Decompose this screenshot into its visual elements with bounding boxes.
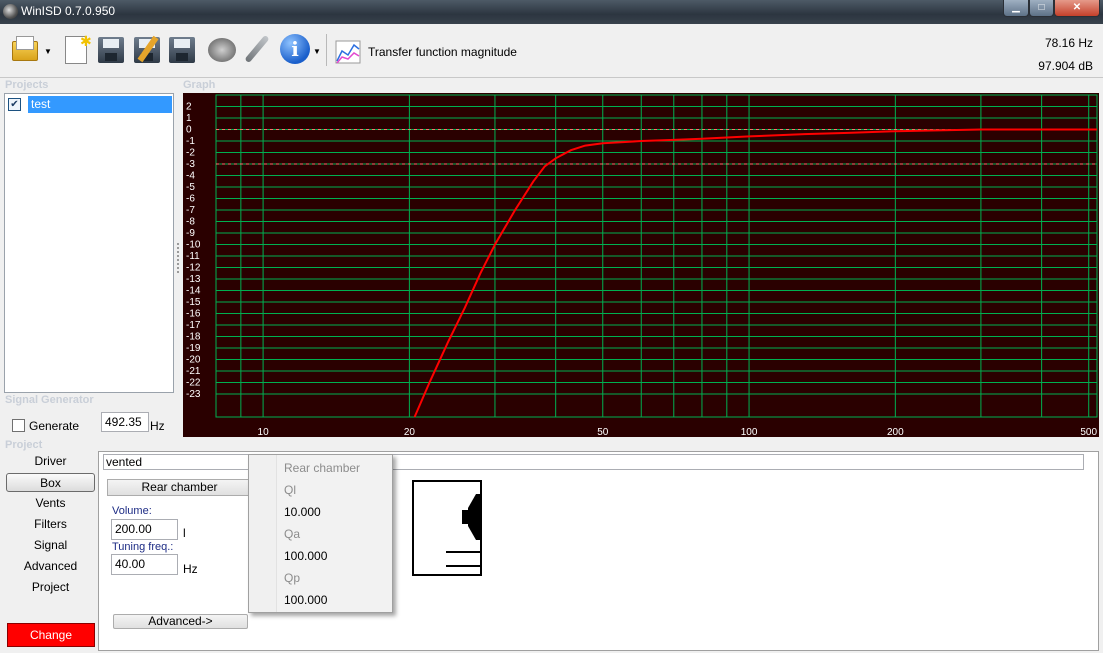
y-tick-label: -13 [186,274,201,285]
y-tick-label: -4 [186,171,195,182]
generate-label[interactable]: Generate [29,419,79,433]
y-tick-label: -15 [186,297,201,308]
volume-label: Volume: [112,505,152,517]
splitter-grip[interactable] [177,243,179,273]
y-tick-label: -12 [186,263,201,274]
transfer-function-curve [413,128,1097,418]
save-icon[interactable] [95,33,127,65]
nav-item-advanced[interactable]: Advanced [6,557,95,576]
graph-type-label[interactable]: Transfer function magnitude [368,45,517,59]
popup-item: Ql [284,483,296,497]
y-tick-label: -18 [186,332,201,343]
y-tick-label: -17 [186,320,201,331]
tuning-frequency-label: Tuning freq.: [112,541,174,553]
y-tick-label: -5 [186,182,195,193]
x-tick-label: 200 [887,427,904,437]
y-tick-label: -21 [186,366,201,377]
x-tick-label: 100 [741,427,758,437]
graph-panel[interactable]: 2 1 0 -1 -2 -3 -4 -5 -6 -7 -8 -9 -10 -11 -12 -13 -14 -15-… [183,93,1099,437]
nav-item-box[interactable]: Box [6,473,95,492]
y-tick-label: -7 [186,205,195,216]
y-tick-label: -1 [186,136,195,147]
port-diagram-line [446,565,482,567]
y-tick-label: -3 [186,159,195,170]
tuning-frequency-unit: Hz [183,562,198,576]
nav-item-signal[interactable]: Signal [6,536,95,555]
y-tick-label: -16 [186,309,201,320]
port-diagram-line [446,551,482,553]
tuning-frequency-input[interactable]: 40.00 [111,554,178,575]
y-tick-label: 2 [186,102,192,113]
popup-item[interactable]: 100.000 [284,593,327,607]
nav-item-vents[interactable]: Vents [6,494,95,513]
signal-generator-section-header: Signal Generator [5,394,94,406]
x-tick-label: 20 [404,427,416,437]
title-bar: WinISD 0.7.0.950 ▁ □ ✕ [0,0,1103,24]
info-icon[interactable]: i [279,33,311,65]
graph-type-icon[interactable] [334,39,362,65]
driver-diagram-icon [462,494,482,540]
y-tick-label: -22 [186,378,201,389]
popup-gutter [249,455,277,612]
x-tick-label: 50 [597,427,609,437]
y-tick-label: -23 [186,389,201,400]
close-button[interactable]: ✕ [1054,0,1100,17]
volume-input[interactable]: 200.00 [111,519,178,540]
projects-section-header: Projects [5,79,49,91]
y-tick-label: -6 [186,194,195,205]
change-button[interactable]: Change [7,623,95,647]
cursor-level-readout: 97.904 dB [1038,59,1093,73]
info-dropdown-arrow-icon[interactable]: ▼ [313,47,321,56]
new-project-icon[interactable]: ✱ [60,33,92,65]
advanced-button[interactable]: Advanced-> [113,614,248,629]
y-tick-label: -19 [186,343,201,354]
toolbar-separator [326,34,327,66]
nav-item-driver[interactable]: Driver [6,452,95,471]
toolbar: ▼ ✱ i ▼ Transfer function magnitude 78.1… [0,24,1103,78]
save-all-icon[interactable] [166,33,198,65]
open-dropdown-arrow-icon[interactable]: ▼ [44,47,52,56]
generator-frequency-unit: Hz [150,419,165,433]
transfer-function-chart[interactable]: 210-1-2-3-4-5-6-7-8-9-10-11-12-13-14-15-… [183,93,1099,437]
maximize-button[interactable]: □ [1029,0,1054,17]
nav-item-filters[interactable]: Filters [6,515,95,534]
cursor-frequency-readout: 78.16 Hz [1044,36,1093,50]
y-tick-label: -20 [186,355,201,366]
nav-item-project[interactable]: Project [6,578,95,597]
y-tick-label: 1 [186,113,192,124]
project-name[interactable]: test [28,96,172,113]
popup-item[interactable]: 10.000 [284,505,321,519]
popup-item[interactable]: 100.000 [284,549,327,563]
generate-checkbox[interactable] [12,419,25,432]
minimize-button[interactable]: ▁ [1003,0,1029,17]
y-tick-label: -11 [186,251,200,262]
generator-frequency-input[interactable]: 492.35 [101,412,149,432]
rear-chamber-popup: Rear chamber Ql 10.000 Qa 100.000 Qp 100.000 [248,454,393,613]
project-checkbox[interactable]: ✔ [8,98,21,111]
popup-item: Rear chamber [284,461,361,475]
y-tick-label: -9 [186,228,195,239]
app-icon [3,4,18,19]
popup-item: Qp [284,571,301,585]
driver-editor-icon[interactable] [206,33,238,65]
box-diagram [412,480,482,576]
save-as-icon[interactable] [131,33,163,65]
popup-item: Qa [284,527,301,541]
project-item[interactable]: ✔ test [8,96,172,113]
y-tick-label: -10 [186,240,201,251]
x-tick-label: 500 [1080,427,1097,437]
project-section-header: Project [5,439,43,451]
x-tick-label: 10 [258,427,270,437]
y-tick-label: -8 [186,217,195,228]
open-folder-icon[interactable] [10,33,42,65]
projects-list[interactable]: ✔ test [4,93,174,393]
rear-chamber-tab[interactable]: Rear chamber [107,479,252,496]
y-tick-label: -2 [186,148,195,159]
tools-icon[interactable] [241,33,273,65]
y-tick-label: -14 [186,286,201,297]
window-title: WinISD 0.7.0.950 [21,4,116,18]
volume-unit: l [183,526,186,540]
y-tick-label: 0 [186,125,192,136]
graph-section-header: Graph [183,79,216,91]
